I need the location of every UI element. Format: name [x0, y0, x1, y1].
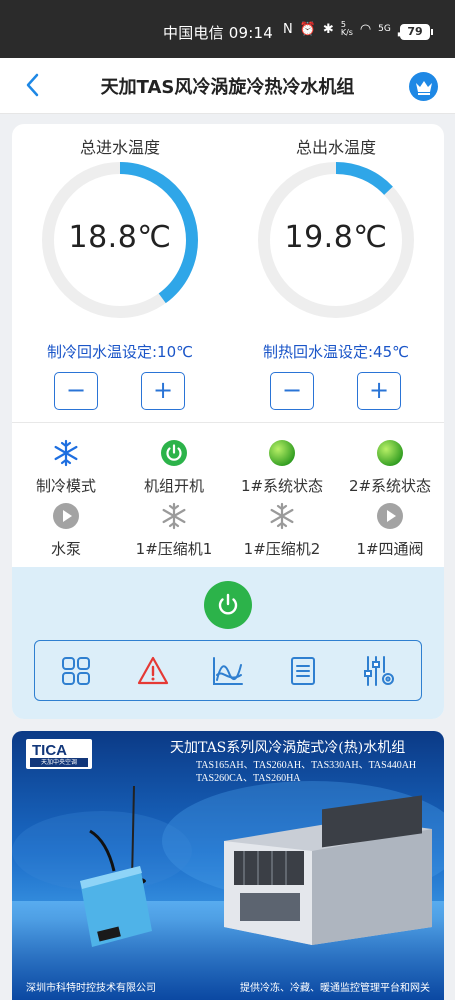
- inlet-temp-value: 18.8℃: [68, 220, 172, 255]
- status-water-pump: 水泵: [12, 501, 120, 559]
- cooling-decrease-button[interactable]: −: [54, 372, 98, 410]
- cooling-increase-button[interactable]: +: [141, 372, 185, 410]
- status-cooling-mode: 制冷模式: [12, 438, 120, 496]
- status-label: 1#系统状态: [240, 477, 324, 495]
- nfc-icon: N: [283, 21, 293, 37]
- divider: [12, 422, 444, 423]
- net-speed: 5 K/s: [340, 20, 353, 37]
- cellular-signal: 5G: [378, 24, 391, 34]
- status-label: 1#压缩机2: [243, 540, 321, 558]
- outlet-temp-value: 19.8℃: [284, 220, 388, 255]
- heating-setpoint: 制热回水温设定:45℃: [263, 343, 409, 361]
- status-label: 机组开机: [143, 477, 204, 495]
- settings-icon[interactable]: [362, 654, 396, 688]
- chart-icon[interactable]: [211, 654, 245, 688]
- power-on-icon: [159, 438, 189, 468]
- navigation-bar: 天加TAS风冷涡旋冷热冷水机组: [0, 58, 455, 114]
- play-icon: [51, 501, 81, 531]
- status-label: 1#四通阀: [356, 540, 424, 558]
- control-panel: [12, 567, 444, 719]
- chiller-unit-image: [224, 795, 432, 945]
- list-icon[interactable]: [286, 654, 320, 688]
- bluetooth-icon: ✱: [322, 21, 334, 37]
- system-status-bar: 中国电信 09:14 N ⏰ ✱ 5 K/s ◠ 5G ▂▄▆ 79: [0, 0, 455, 58]
- page-title: 天加TAS风冷涡旋冷热冷水机组: [100, 77, 355, 98]
- carrier-time: 中国电信 09:14: [163, 24, 273, 42]
- grid-icon[interactable]: [59, 654, 93, 688]
- wifi-icon: ◠: [359, 21, 372, 37]
- snowflake-icon: [159, 501, 189, 531]
- status-label: 制冷模式: [35, 477, 96, 495]
- status-system-1: 1#系统状态: [228, 438, 336, 496]
- alarm-clock-icon: ⏰: [299, 21, 316, 37]
- footer-left: 深圳市科特时控技术有限公司: [26, 983, 156, 994]
- crown-icon: [415, 80, 432, 95]
- status-compressor-1-1: 1#压缩机1: [120, 501, 228, 559]
- unit-control-card: 总进水温度 18.8℃ 制冷回水温设定:10℃ 总出水温度 19.8℃ 制热回水…: [12, 124, 444, 719]
- status-compressor-1-2: 1#压缩机2: [228, 501, 336, 559]
- outlet-temp-label: 总出水温度: [295, 138, 376, 157]
- battery-level: 79: [400, 24, 430, 40]
- vip-button[interactable]: [409, 72, 438, 101]
- inlet-temp-label: 总进水温度: [79, 138, 160, 157]
- green-indicator-icon: [375, 438, 405, 468]
- status-label: 1#压缩机1: [135, 540, 213, 558]
- product-banner[interactable]: TICA 天加中央空调 天加TAS系列风冷涡旋式冷(热)水机组 TAS165AH…: [12, 731, 444, 1000]
- cooling-setpoint: 制冷回水温设定:10℃: [47, 343, 193, 361]
- status-system-2: 2#系统状态: [336, 438, 444, 496]
- status-four-way-valve: 1#四通阀: [336, 501, 444, 559]
- status-label: 水泵: [50, 540, 81, 558]
- snowflake-icon: [267, 501, 297, 531]
- heating-decrease-button[interactable]: −: [270, 372, 314, 410]
- play-icon: [375, 501, 405, 531]
- power-icon: [218, 593, 238, 615]
- banner-footer: 深圳市科特时控技术有限公司 提供冷冻、冷藏、暖通监控管理平台和网关: [12, 979, 444, 994]
- power-button[interactable]: [204, 581, 252, 629]
- heating-increase-button[interactable]: +: [357, 372, 401, 410]
- battery-tip: [431, 29, 433, 35]
- footer-right: 提供冷冻、冷藏、暖通监控管理平台和网关: [240, 983, 430, 994]
- snowflake-icon: [51, 438, 81, 468]
- status-label: 2#系统状态: [348, 477, 432, 495]
- alarm-icon[interactable]: [136, 654, 170, 688]
- function-toolbar: [34, 640, 422, 701]
- status-unit-on: 机组开机: [120, 438, 228, 496]
- green-indicator-icon: [267, 438, 297, 468]
